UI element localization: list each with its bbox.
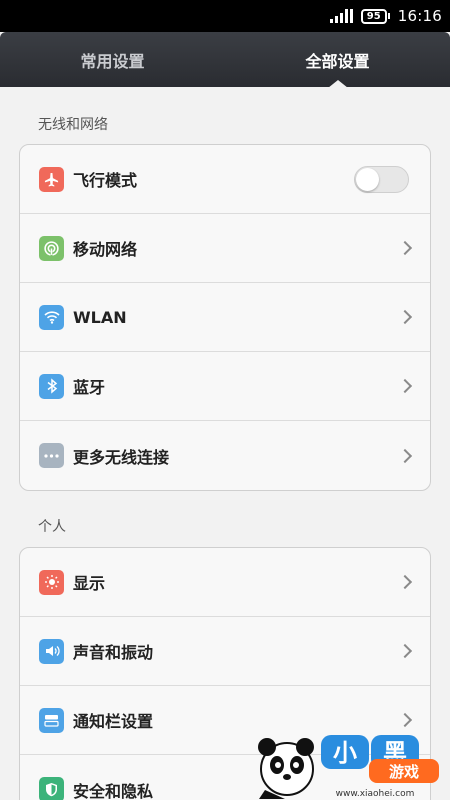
status-bar: 95 16:16 — [0, 0, 450, 32]
battery-level: 95 — [366, 10, 381, 22]
setting-label: 蓝牙 — [73, 378, 106, 397]
chevron-right-icon — [397, 643, 413, 659]
wifi-icon — [39, 304, 64, 330]
setting-label: 安全和隐私 — [73, 781, 154, 800]
toggle-knob — [356, 167, 379, 191]
setting-label: 通知栏设置 — [73, 712, 154, 731]
mobile-network-icon — [39, 235, 64, 261]
svg-text:www.xiaohei.com: www.xiaohei.com — [336, 789, 415, 799]
wireless-card: 飞行模式 移动网络 WLAN 蓝牙 更多无线连接 — [19, 144, 431, 491]
svg-text:游戏: 游戏 — [389, 763, 419, 781]
sound-icon — [39, 638, 64, 664]
chevron-right-icon — [397, 574, 413, 590]
status-right: 95 16:16 — [329, 7, 442, 25]
setting-sound-vibration[interactable]: 声音和振动 — [20, 617, 430, 686]
setting-wlan[interactable]: WLAN — [20, 283, 430, 352]
chevron-right-icon — [397, 378, 413, 394]
airplane-icon — [39, 166, 64, 192]
chevron-right-icon — [397, 448, 413, 463]
setting-more-wireless[interactable]: 更多无线连接 — [20, 421, 430, 490]
setting-label: 飞行模式 — [73, 171, 138, 190]
setting-bluetooth[interactable]: 蓝牙 — [20, 352, 430, 421]
setting-label: WLAN — [73, 307, 127, 327]
svg-text:小: 小 — [333, 739, 357, 767]
section-header-wireless: 无线和网络 — [38, 117, 108, 133]
setting-label: 声音和振动 — [73, 643, 154, 662]
section-header-personal: 个人 — [38, 519, 66, 535]
tab-bar: 常用设置 全部设置 — [0, 32, 450, 88]
setting-display[interactable]: 显示 — [20, 548, 430, 617]
tab-all-settings[interactable]: 全部设置 — [225, 32, 450, 87]
notification-bar-icon — [39, 707, 64, 733]
setting-airplane-mode[interactable]: 飞行模式 — [20, 145, 430, 214]
setting-mobile-network[interactable]: 移动网络 — [20, 214, 430, 283]
more-icon — [39, 443, 64, 468]
watermark-logo: 小 黑 游戏 www.xiaohei.com — [255, 725, 445, 800]
airplane-mode-toggle[interactable] — [354, 165, 409, 193]
chevron-right-icon — [397, 309, 413, 325]
tab-common-settings[interactable]: 常用设置 — [0, 32, 225, 87]
display-icon — [39, 569, 64, 595]
shield-icon — [39, 777, 64, 800]
setting-label: 显示 — [73, 574, 106, 593]
chevron-right-icon — [397, 240, 413, 256]
battery-icon: 95 — [360, 8, 390, 24]
setting-label: 移动网络 — [73, 240, 138, 259]
active-tab-indicator — [328, 80, 348, 88]
signal-icon — [329, 9, 353, 23]
setting-label: 更多无线连接 — [73, 447, 170, 467]
clock: 16:16 — [397, 7, 442, 25]
bluetooth-icon — [39, 373, 64, 399]
